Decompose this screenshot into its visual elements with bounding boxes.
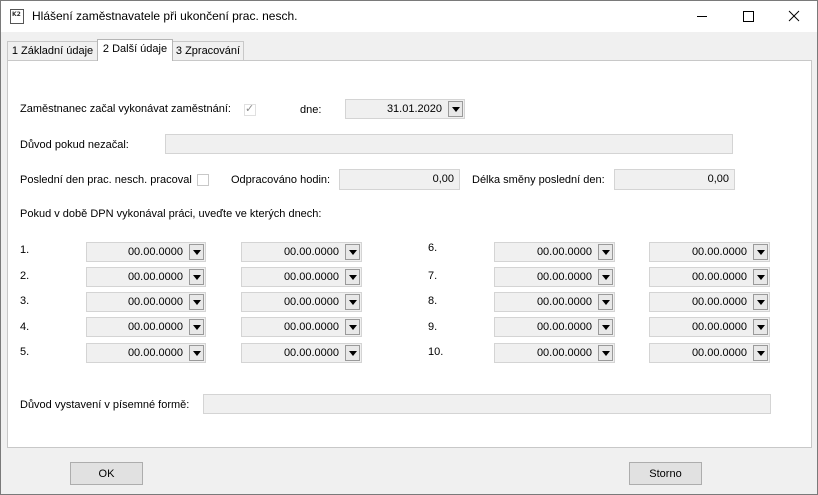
dropdown-arrow-icon[interactable] (345, 319, 360, 335)
row-number: 5. (20, 346, 30, 358)
date-to-field[interactable]: 00.00.0000 (241, 292, 362, 312)
date-to-field[interactable]: 00.00.0000 (649, 267, 770, 287)
started-checkbox[interactable]: ✓ (244, 103, 256, 116)
row-number: 4. (20, 321, 30, 333)
date-from-field[interactable]: 00.00.0000 (86, 242, 206, 262)
dialog-window: K2 Hlášení zaměstnavatele při ukončení p… (0, 0, 818, 495)
hours-label: Odpracováno hodin: (231, 174, 331, 186)
date-to-field[interactable]: 00.00.0000 (241, 317, 362, 337)
dropdown-arrow-icon[interactable] (598, 294, 613, 310)
date-from-field[interactable]: 00.00.0000 (86, 267, 206, 287)
tab-basic-info[interactable]: 1 Základní údaje (7, 41, 98, 60)
dropdown-arrow-icon[interactable] (189, 244, 204, 260)
title-bar: K2 Hlášení zaměstnavatele při ukončení p… (1, 1, 817, 32)
tab-processing[interactable]: 3 Zpracování (172, 41, 244, 60)
date-from-field[interactable]: 00.00.0000 (86, 343, 206, 363)
date-to-field[interactable]: 00.00.0000 (241, 267, 362, 287)
dropdown-arrow-icon[interactable] (345, 244, 360, 260)
dropdown-arrow-icon[interactable] (448, 101, 463, 117)
maximize-icon (743, 11, 754, 22)
dropdown-arrow-icon[interactable] (598, 244, 613, 260)
row-number: 8. (428, 295, 438, 307)
row-number: 10. (428, 346, 444, 358)
minimize-icon (697, 16, 707, 17)
shift-length-label: Délka směny poslední den: (472, 174, 605, 186)
date-from-field[interactable]: 00.00.0000 (494, 242, 615, 262)
shift-length-value: 0,00 (707, 173, 729, 185)
last-day-label: Poslední den prac. nesch. pracoval (20, 174, 192, 186)
dropdown-arrow-icon[interactable] (753, 269, 768, 285)
date-from-field[interactable]: 00.00.0000 (494, 292, 615, 312)
reason-not-started-field[interactable] (165, 134, 733, 154)
minimize-button[interactable] (679, 1, 725, 32)
close-button[interactable] (771, 1, 817, 32)
dropdown-arrow-icon[interactable] (753, 319, 768, 335)
tab-panel: Zaměstnanec začal vykonávat zaměstnání: … (7, 60, 812, 448)
started-label: Zaměstnanec začal vykonávat zaměstnání: (20, 103, 231, 115)
date-from-field[interactable]: 00.00.0000 (86, 292, 206, 312)
app-icon-text: K2 (12, 11, 21, 18)
cancel-button[interactable]: Storno (629, 462, 702, 485)
date-to-field[interactable]: 00.00.0000 (649, 242, 770, 262)
reason-not-started-label: Důvod pokud nezačal: (20, 139, 129, 151)
dropdown-arrow-icon[interactable] (189, 294, 204, 310)
tab-additional-info[interactable]: 2 Další údaje (97, 39, 173, 61)
checkmark-icon: ✓ (245, 103, 255, 115)
date-to-field[interactable]: 00.00.0000 (649, 343, 770, 363)
maximize-button[interactable] (725, 1, 771, 32)
date-from-field[interactable]: 00.00.0000 (494, 267, 615, 287)
dropdown-arrow-icon[interactable] (598, 345, 613, 361)
row-number: 9. (428, 321, 438, 333)
written-reason-label: Důvod vystavení v písemné formě: (20, 399, 190, 411)
row-number: 6. (428, 242, 438, 254)
dropdown-arrow-icon[interactable] (345, 269, 360, 285)
shift-length-field[interactable]: 0,00 (614, 169, 735, 190)
date-to-field[interactable]: 00.00.0000 (241, 343, 362, 363)
dropdown-arrow-icon[interactable] (753, 294, 768, 310)
close-icon (788, 10, 800, 22)
row-number: 2. (20, 270, 30, 282)
window-title: Hlášení zaměstnavatele při ukončení prac… (32, 9, 298, 23)
date-to-field[interactable]: 00.00.0000 (241, 242, 362, 262)
dropdown-arrow-icon[interactable] (189, 345, 204, 361)
ok-button[interactable]: OK (70, 462, 143, 485)
date-from-field[interactable]: 00.00.0000 (86, 317, 206, 337)
app-icon: K2 (10, 9, 24, 24)
row-number: 1. (20, 244, 30, 256)
dropdown-arrow-icon[interactable] (189, 319, 204, 335)
start-date-field[interactable]: 31.01.2020 (345, 99, 465, 119)
date-from-field[interactable]: 00.00.0000 (494, 317, 615, 337)
date-to-field[interactable]: 00.00.0000 (649, 317, 770, 337)
last-day-checkbox[interactable] (197, 174, 209, 186)
dropdown-arrow-icon[interactable] (753, 244, 768, 260)
hours-field[interactable]: 0,00 (339, 169, 460, 190)
dropdown-arrow-icon[interactable] (345, 294, 360, 310)
start-date-value: 31.01.2020 (386, 103, 442, 115)
written-reason-field[interactable] (203, 394, 771, 414)
dropdown-arrow-icon[interactable] (189, 269, 204, 285)
dropdown-arrow-icon[interactable] (598, 319, 613, 335)
date-from-field[interactable]: 00.00.0000 (494, 343, 615, 363)
dropdown-arrow-icon[interactable] (345, 345, 360, 361)
dropdown-arrow-icon[interactable] (598, 269, 613, 285)
dropdown-arrow-icon[interactable] (753, 345, 768, 361)
row-number: 7. (428, 270, 438, 282)
hours-value: 0,00 (432, 173, 454, 185)
row-number: 3. (20, 295, 30, 307)
date-to-field[interactable]: 00.00.0000 (649, 292, 770, 312)
date-label: dne: (300, 104, 322, 116)
dpn-work-days-label: Pokud v době DPN vykonával práci, uveďte… (20, 208, 322, 220)
